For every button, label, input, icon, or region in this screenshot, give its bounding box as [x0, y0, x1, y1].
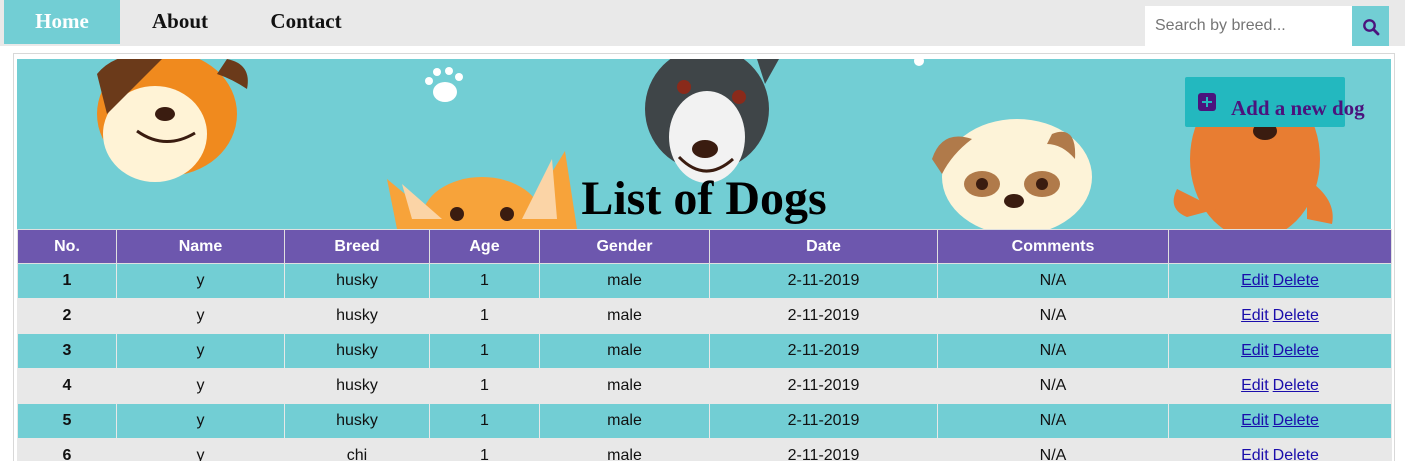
- cell-gender: male: [539, 403, 710, 439]
- cell-actions: Edit Delete: [1168, 368, 1392, 404]
- column-header-gender: Gender: [539, 229, 710, 264]
- edit-link[interactable]: Edit: [1241, 447, 1269, 461]
- cell-name: y: [116, 368, 285, 404]
- table-row: 6 y chi 1 male 2-11-2019 N/A Edit Delete: [17, 438, 1392, 461]
- cell-name: y: [116, 403, 285, 439]
- top-navbar: Home About Contact: [0, 0, 1405, 46]
- dog-illustration: [97, 59, 248, 182]
- cell-date: 2-11-2019: [709, 298, 938, 334]
- cell-no: 4: [17, 368, 117, 404]
- cell-no: 3: [17, 333, 117, 369]
- cell-age: 1: [429, 263, 540, 299]
- column-header-date: Date: [709, 229, 938, 264]
- cell-gender: male: [539, 298, 710, 334]
- edit-link[interactable]: Edit: [1241, 307, 1269, 324]
- cell-date: 2-11-2019: [709, 263, 938, 299]
- cell-comments: N/A: [937, 333, 1169, 369]
- cell-gender: male: [539, 333, 710, 369]
- cell-no: 1: [17, 263, 117, 299]
- cell-breed: husky: [284, 333, 430, 369]
- cell-breed: husky: [284, 368, 430, 404]
- dogs-table: No. Name Breed Age Gender Date Comments …: [17, 229, 1392, 461]
- cell-date: 2-11-2019: [709, 438, 938, 461]
- cell-name: y: [116, 263, 285, 299]
- cell-breed: husky: [284, 403, 430, 439]
- cell-actions: Edit Delete: [1168, 438, 1392, 461]
- cell-date: 2-11-2019: [709, 333, 938, 369]
- column-header-breed: Breed: [284, 229, 430, 264]
- cell-no: 6: [17, 438, 117, 461]
- column-header-comments: Comments: [937, 229, 1169, 264]
- delete-link[interactable]: Delete: [1273, 307, 1319, 324]
- search-icon: [1363, 19, 1380, 36]
- nav-about-link[interactable]: About: [138, 0, 222, 44]
- column-header-actions: [1168, 229, 1392, 264]
- delete-link[interactable]: Delete: [1273, 342, 1319, 359]
- cell-no: 5: [17, 403, 117, 439]
- nav-contact-link[interactable]: Contact: [255, 0, 357, 44]
- breed-search-input[interactable]: [1145, 6, 1353, 46]
- dog-illustration: [645, 59, 779, 183]
- cell-no: 2: [17, 298, 117, 334]
- nav-home-link[interactable]: Home: [4, 0, 120, 44]
- edit-link[interactable]: Edit: [1241, 342, 1269, 359]
- cell-age: 1: [429, 438, 540, 461]
- cell-breed: husky: [284, 263, 430, 299]
- delete-link[interactable]: Delete: [1273, 412, 1319, 429]
- cell-actions: Edit Delete: [1168, 263, 1392, 299]
- delete-link[interactable]: Delete: [1273, 377, 1319, 394]
- add-new-dog-label: Add a new dog: [1231, 96, 1365, 120]
- cell-age: 1: [429, 368, 540, 404]
- column-header-name: Name: [116, 229, 285, 264]
- cell-age: 1: [429, 403, 540, 439]
- cell-comments: N/A: [937, 263, 1169, 299]
- search-button[interactable]: [1352, 6, 1389, 46]
- paw-print: [425, 67, 463, 102]
- cell-gender: male: [539, 368, 710, 404]
- cell-name: y: [116, 333, 285, 369]
- cell-breed: chi: [284, 438, 430, 461]
- page-title: List of Dogs: [581, 172, 827, 225]
- edit-link[interactable]: Edit: [1241, 412, 1269, 429]
- cell-comments: N/A: [937, 403, 1169, 439]
- hero-banner: List of Dogs Add a new dog: [17, 59, 1391, 229]
- table-row: 1 y husky 1 male 2-11-2019 N/A Edit Delet…: [17, 263, 1392, 299]
- dogs-table-container: No. Name Breed Age Gender Date Comments …: [17, 229, 1392, 461]
- paw-print: [914, 59, 924, 66]
- cell-name: y: [116, 298, 285, 334]
- cell-age: 1: [429, 333, 540, 369]
- column-header-no: No.: [17, 229, 117, 264]
- cell-name: y: [116, 438, 285, 461]
- cell-age: 1: [429, 298, 540, 334]
- cell-actions: Edit Delete: [1168, 403, 1392, 439]
- cell-date: 2-11-2019: [709, 403, 938, 439]
- cell-date: 2-11-2019: [709, 368, 938, 404]
- cell-breed: husky: [284, 298, 430, 334]
- table-row: 2 y husky 1 male 2-11-2019 N/A Edit Delet…: [17, 298, 1392, 334]
- table-row: 5 y husky 1 male 2-11-2019 N/A Edit Delet…: [17, 403, 1392, 439]
- delete-link[interactable]: Delete: [1273, 447, 1319, 461]
- table-header-row: No. Name Breed Age Gender Date Comments: [17, 229, 1392, 264]
- cell-actions: Edit Delete: [1168, 333, 1392, 369]
- edit-link[interactable]: Edit: [1241, 377, 1269, 394]
- cell-actions: Edit Delete: [1168, 298, 1392, 334]
- edit-link[interactable]: Edit: [1241, 272, 1269, 289]
- cell-gender: male: [539, 263, 710, 299]
- table-row: 4 y husky 1 male 2-11-2019 N/A Edit Delet…: [17, 368, 1392, 404]
- cell-gender: male: [539, 438, 710, 461]
- column-header-age: Age: [429, 229, 540, 264]
- cell-comments: N/A: [937, 298, 1169, 334]
- table-row: 3 y husky 1 male 2-11-2019 N/A Edit Delet…: [17, 333, 1392, 369]
- add-new-dog-button[interactable]: Add a new dog: [1185, 77, 1365, 127]
- delete-link[interactable]: Delete: [1273, 272, 1319, 289]
- cell-comments: N/A: [937, 368, 1169, 404]
- cell-comments: N/A: [937, 438, 1169, 461]
